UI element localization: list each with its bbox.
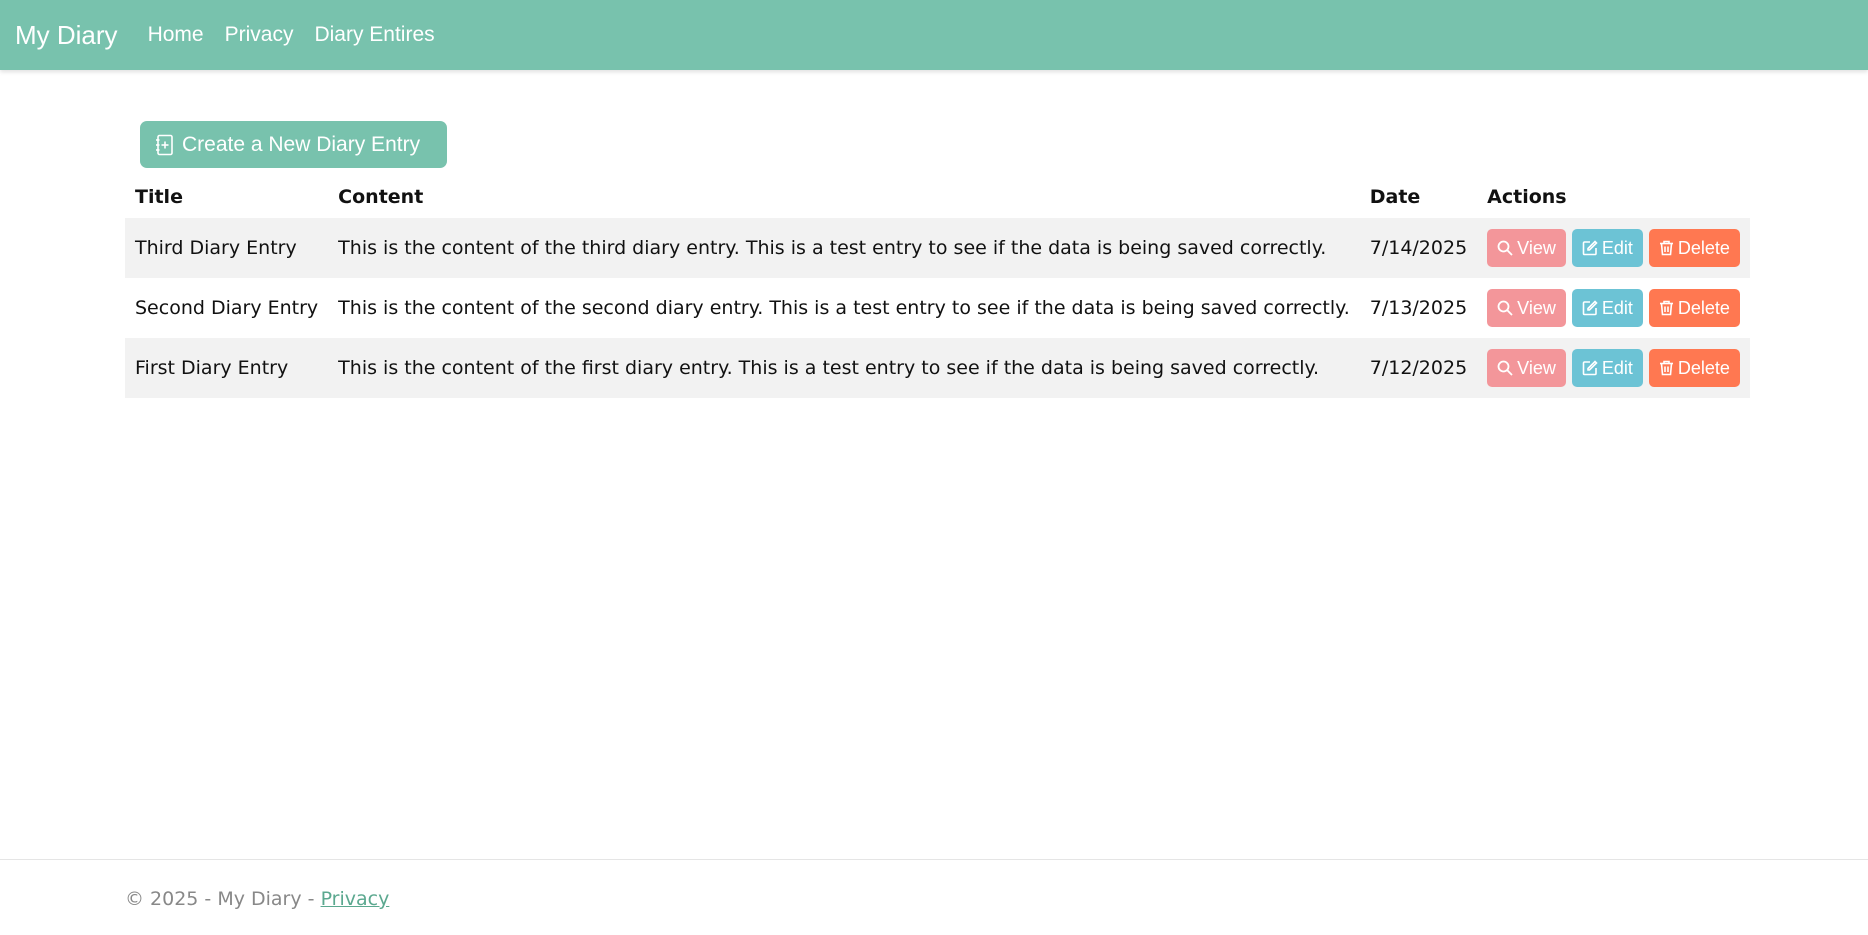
edit-icon [1582, 300, 1598, 316]
delete-button[interactable]: Delete [1648, 229, 1740, 267]
entry-content: This is the content of the first diary e… [328, 338, 1360, 398]
nav-link-home[interactable]: Home [148, 23, 204, 47]
table-row: Second Diary Entry This is the content o… [125, 278, 1750, 338]
row-actions: View Edit Delete [1487, 229, 1740, 267]
view-button[interactable]: View [1487, 349, 1566, 387]
table-row: Third Diary Entry This is the content of… [125, 218, 1750, 278]
header-actions: Actions [1487, 186, 1567, 208]
entry-title: First Diary Entry [125, 338, 329, 398]
trash-icon [1659, 300, 1674, 316]
view-label: View [1517, 237, 1556, 258]
delete-label: Delete [1677, 297, 1730, 318]
entry-content: This is the content of the third diary e… [328, 218, 1360, 278]
delete-button[interactable]: Delete [1648, 289, 1740, 327]
navbar-brand[interactable]: My Diary [15, 20, 118, 51]
nav-link-privacy[interactable]: Privacy [225, 23, 294, 47]
row-actions: View Edit Delete [1487, 349, 1740, 387]
edit-label: Edit [1601, 237, 1633, 258]
nav-links: Home Privacy Diary Entires [148, 23, 456, 47]
trash-icon [1659, 240, 1674, 256]
entry-title: Second Diary Entry [135, 297, 319, 319]
footer-privacy-link[interactable]: Privacy [321, 888, 390, 910]
diary-entries-table: Title Content Date Actions Third Diary E… [125, 176, 1750, 398]
edit-button[interactable]: Edit [1571, 289, 1643, 327]
footer-copyright: © 2025 - My Diary - [125, 888, 321, 910]
nav-link-diary-entries[interactable]: Diary Entires [314, 23, 434, 47]
entry-date: 7/13/2025 [1369, 297, 1468, 319]
header-content: Content [338, 186, 424, 208]
edit-button[interactable]: Edit [1571, 229, 1643, 267]
search-icon [1497, 360, 1513, 376]
entry-content: This is the content of the second diary … [338, 297, 1350, 319]
search-icon [1497, 240, 1513, 256]
edit-label: Edit [1601, 297, 1633, 318]
header-date: Date [1369, 186, 1421, 208]
entry-title: Third Diary Entry [125, 218, 329, 278]
header-title: Title [135, 186, 183, 208]
delete-label: Delete [1677, 357, 1730, 378]
entry-date: 7/14/2025 [1359, 218, 1478, 278]
search-icon [1497, 300, 1513, 316]
delete-button[interactable]: Delete [1648, 349, 1740, 387]
edit-icon [1582, 360, 1598, 376]
edit-label: Edit [1601, 357, 1633, 378]
view-button[interactable]: View [1487, 229, 1566, 267]
view-button[interactable]: View [1487, 289, 1566, 327]
view-label: View [1517, 297, 1556, 318]
edit-button[interactable]: Edit [1571, 349, 1643, 387]
table-row: First Diary Entry This is the content of… [125, 338, 1750, 398]
navbar: My Diary Home Privacy Diary Entires [0, 0, 1868, 70]
trash-icon [1659, 360, 1674, 376]
create-entry-button[interactable]: Create a New Diary Entry [140, 121, 447, 168]
create-entry-label: Create a New Diary Entry [182, 132, 421, 156]
journal-plus-icon [155, 134, 175, 156]
row-actions: View Edit Delete [1487, 289, 1740, 327]
entry-date: 7/12/2025 [1359, 338, 1478, 398]
footer: © 2025 - My Diary - Privacy [0, 859, 1868, 935]
edit-icon [1582, 240, 1598, 256]
delete-label: Delete [1677, 237, 1730, 258]
table-header-row: Title Content Date Actions [125, 176, 1750, 218]
view-label: View [1517, 357, 1556, 378]
